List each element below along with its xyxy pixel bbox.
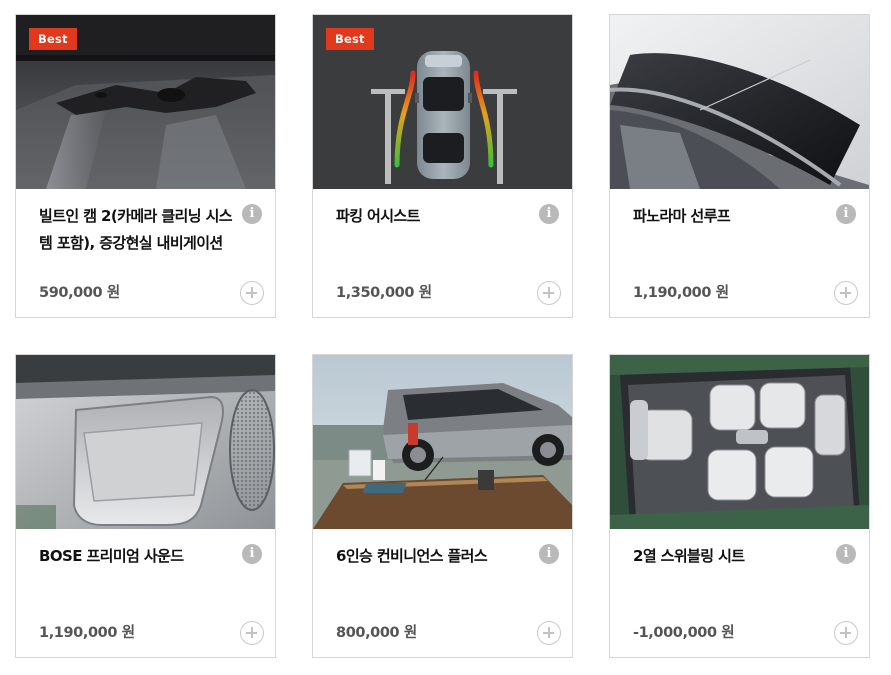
option-price: 1,190,000 원 xyxy=(39,625,135,641)
option-price: 1,190,000 원 xyxy=(633,285,729,301)
swivel-seat-photo xyxy=(610,355,869,529)
best-badge: Best xyxy=(326,28,374,50)
option-price: 800,000 원 xyxy=(336,625,417,641)
option-card-swivel-seat[interactable]: 2열 스위블링 시트 i -1,000,000 원 xyxy=(609,354,870,658)
option-title: 2열 스위블링 시트 xyxy=(633,547,745,565)
info-icon[interactable]: i xyxy=(836,544,856,564)
plus-circle-icon[interactable] xyxy=(834,621,858,645)
plus-circle-icon[interactable] xyxy=(537,281,561,305)
info-icon[interactable]: i xyxy=(242,204,262,224)
option-title: 6인승 컨비니언스 플러스 xyxy=(336,547,488,565)
panorama-sunroof-photo xyxy=(610,15,869,189)
option-card-panorama-sunroof[interactable]: 파노라마 선루프 i 1,190,000 원 xyxy=(609,14,870,318)
option-card-bose-sound[interactable]: BOSE 프리미엄 사운드 i 1,190,000 원 xyxy=(15,354,276,658)
option-price: 590,000 원 xyxy=(39,285,120,301)
option-card-convenience-plus-6[interactable]: 6인승 컨비니언스 플러스 i 800,000 원 xyxy=(312,354,573,658)
option-title: 파킹 어시스트 xyxy=(336,207,420,225)
option-card-parking-assist[interactable]: Best 파킹 어시스트 i 1,350,000 원 xyxy=(312,14,573,318)
bose-speaker-photo xyxy=(16,355,275,529)
option-title: BOSE 프리미엄 사운드 xyxy=(39,547,184,565)
info-icon[interactable]: i xyxy=(836,204,856,224)
plus-circle-icon[interactable] xyxy=(240,281,264,305)
info-icon[interactable]: i xyxy=(539,204,559,224)
plus-circle-icon[interactable] xyxy=(240,621,264,645)
best-badge: Best xyxy=(29,28,77,50)
info-icon[interactable]: i xyxy=(539,544,559,564)
option-title: 파노라마 선루프 xyxy=(633,207,731,225)
option-price: 1,350,000 원 xyxy=(336,285,432,301)
option-title: 빌트인 캠 2(카메라 클리닝 시스템 포함), 증강현실 내비게이션 xyxy=(39,207,233,252)
plus-circle-icon[interactable] xyxy=(537,621,561,645)
info-icon[interactable]: i xyxy=(242,544,262,564)
option-price: -1,000,000 원 xyxy=(633,625,735,641)
option-card-builtin-cam[interactable]: Best 빌트인 캠 2(카메라 클리닝 시스템 포함), 증강현실 내비게이션… xyxy=(15,14,276,318)
plus-circle-icon[interactable] xyxy=(834,281,858,305)
car-camping-photo xyxy=(313,355,572,529)
